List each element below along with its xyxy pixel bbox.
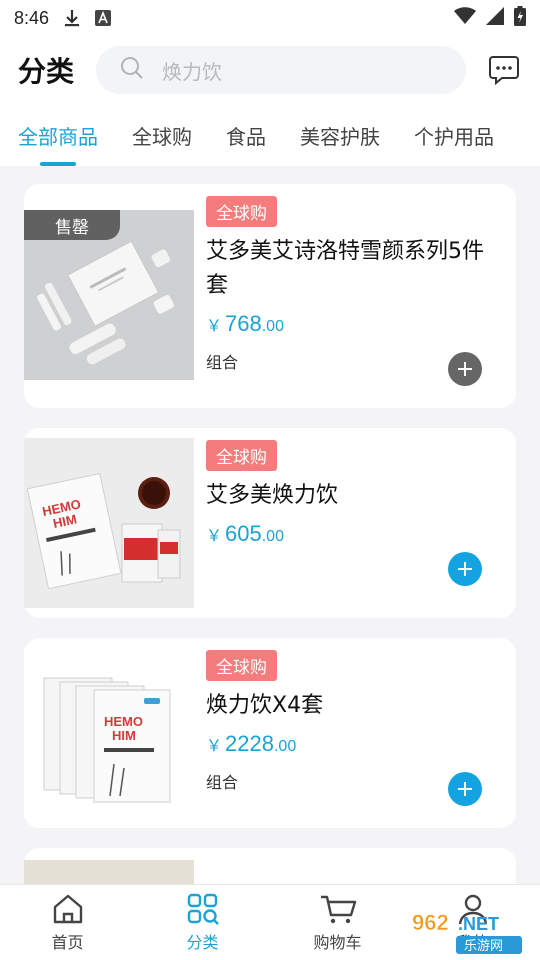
product-info: 全球购 艾多美焕力饮 ￥ 605.00 [206,440,498,547]
sold-out-badge: 售罄 [24,210,120,240]
product-price: ￥ 768.00 [206,311,498,337]
plus-icon [458,782,472,796]
tab-beauty-skincare[interactable]: 美容护肤 [300,104,380,166]
product-image[interactable]: HEMO HIM [24,438,194,608]
price-symbol: ￥ [206,318,223,335]
price-decimal: .00 [261,528,284,545]
nav-cart[interactable]: 购物车 [270,885,405,960]
tab-global-purchase[interactable]: 全球购 [132,104,192,166]
status-time: 8:46 [14,7,50,28]
global-purchase-tag: 全球购 [206,196,277,227]
status-bar: 8:46 [0,0,540,36]
product-list: 售罄 全球购 艾多美艾诗洛特雪颜系列5件套 ￥ 768.00 组合 HEMO HI… [0,166,540,884]
svg-text:乐游网: 乐游网 [464,939,503,954]
tab-all-products[interactable]: 全部商品 [18,104,98,166]
search-icon [120,56,144,84]
tab-food[interactable]: 食品 [226,104,266,166]
product-price: ￥ 2228.00 [206,731,498,757]
product-card[interactable]: HEMO HIM 全球购 焕力饮X4套 ￥ 2228.00 组合 [24,638,516,828]
product-info: 全球购 艾多美艾诗洛特雪颜系列5件套 ￥ 768.00 组合 [206,196,498,373]
nav-home-label: 首页 [51,932,84,952]
price-decimal: .00 [261,318,284,335]
category-tabs: 全部商品 全球购 食品 美容护肤 个护用品 [0,104,540,166]
global-purchase-tag: 全球购 [206,650,277,681]
cart-icon [320,895,356,923]
add-to-cart-button[interactable] [448,552,482,586]
home-icon [53,894,82,923]
plus-icon [458,362,472,376]
svg-text:HEMO: HEMO [104,714,143,729]
product-name[interactable]: 艾多美焕力饮 [206,479,498,513]
svg-text:.NET: .NET [458,914,499,934]
product-image[interactable]: 售罄 [24,210,194,380]
price-integer: 2228 [225,731,274,756]
a-notification-icon [95,10,112,26]
add-to-cart-button[interactable] [448,352,482,386]
chat-icon[interactable] [486,52,522,88]
battery-icon [514,5,526,31]
page-title: 分类 [18,55,75,88]
global-purchase-tag: 全球购 [206,440,277,471]
bottom-nav: 首页 分类 购物车 我的 962 .NET 乐游网 [0,884,540,960]
product-image[interactable]: HEMO HIM [24,648,194,818]
tab-personal-care[interactable]: 个护用品 [414,104,494,166]
product-price: ￥ 605.00 [206,521,498,547]
search-placeholder: 焕力饮 [162,59,222,84]
price-symbol: ￥ [206,738,223,755]
product-name[interactable]: 艾多美艾诗洛特雪颜系列5件套 [206,235,498,303]
product-card[interactable]: HEMO HIM 全球购 艾多美焕力饮 ￥ 605.00 [24,428,516,618]
svg-text:HIM: HIM [112,728,136,743]
nav-cart-label: 购物车 [313,932,362,952]
nav-home[interactable]: 首页 [0,885,135,960]
download-icon [63,8,81,28]
nav-category-label: 分类 [186,932,219,952]
price-decimal: .00 [273,738,297,755]
product-card[interactable] [24,848,516,884]
price-symbol: ￥ [206,528,223,545]
wifi-icon [454,6,476,30]
nav-category[interactable]: 分类 [135,885,270,960]
plus-icon [458,562,472,576]
header: 分类 焕力饮 [0,36,540,104]
category-icon [187,893,219,925]
watermark-logo: 962 .NET 乐游网 [406,904,534,956]
product-card[interactable]: 售罄 全球购 艾多美艾诗洛特雪颜系列5件套 ￥ 768.00 组合 [24,184,516,408]
product-name[interactable]: 焕力饮X4套 [206,689,498,723]
search-input[interactable]: 焕力饮 [96,46,466,94]
signal-icon [486,6,504,30]
price-integer: 768 [225,311,262,336]
product-image[interactable] [24,860,194,884]
add-to-cart-button[interactable] [448,772,482,806]
svg-text:962: 962 [412,910,449,935]
price-integer: 605 [225,521,262,546]
product-info: 全球购 焕力饮X4套 ￥ 2228.00 组合 [206,650,498,793]
